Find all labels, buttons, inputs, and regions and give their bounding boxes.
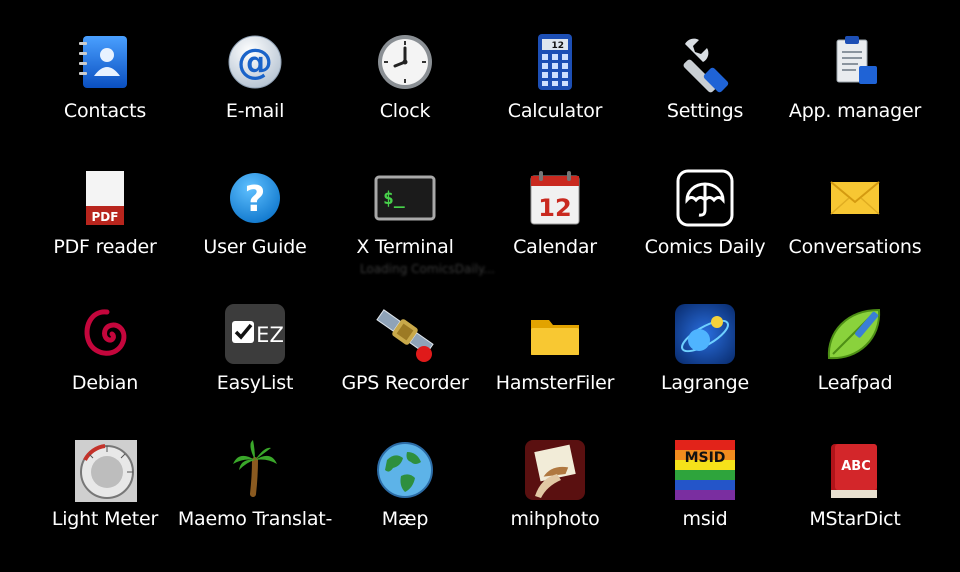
- calendar-day-text: 12: [538, 194, 571, 222]
- app-leafpad[interactable]: Leafpad: [780, 300, 930, 436]
- hamsterfiler-icon: [521, 300, 589, 368]
- settings-icon: [671, 28, 739, 96]
- app-label: PDF reader: [53, 236, 157, 258]
- app-clock[interactable]: Clock: [330, 28, 480, 164]
- app-x-terminal[interactable]: $_ X Terminal: [330, 164, 480, 300]
- app-label: mihphoto: [510, 508, 600, 530]
- contacts-icon: [71, 28, 139, 96]
- app-pdf-reader[interactable]: PDF PDF reader: [30, 164, 180, 300]
- comics-daily-icon: [671, 164, 739, 232]
- app-label: X Terminal: [356, 236, 454, 258]
- app-calendar[interactable]: 12 Calendar: [480, 164, 630, 300]
- app-label: Clock: [379, 100, 431, 122]
- app-label: msid: [682, 508, 728, 530]
- clock-icon: [371, 28, 439, 96]
- app-calculator[interactable]: 12 Calculator: [480, 28, 630, 164]
- app-label: Maemo Translat-: [177, 508, 333, 530]
- app-mstardict[interactable]: ABC MStarDict: [780, 436, 930, 572]
- gps-recorder-icon: [371, 300, 439, 368]
- mihphoto-icon: [521, 436, 589, 504]
- app-settings[interactable]: Settings: [630, 28, 780, 164]
- app-conversations[interactable]: Conversations: [780, 164, 930, 300]
- app-label: EasyList: [216, 372, 294, 394]
- calculator-icon: 12: [521, 28, 589, 96]
- app-manager-icon: [821, 28, 889, 96]
- pdf-reader-icon: PDF: [71, 164, 139, 232]
- pdf-icon-text: PDF: [92, 210, 119, 224]
- app-comics-daily[interactable]: Comics Daily: [630, 164, 780, 300]
- easylist-icon-text: EZ: [256, 323, 284, 347]
- email-icon: @: [221, 28, 289, 96]
- maemo-translate-icon: [221, 436, 289, 504]
- lagrange-icon: [671, 300, 739, 368]
- user-guide-icon: ?: [221, 164, 289, 232]
- app-label: E-mail: [225, 100, 285, 122]
- app-label: Calculator: [507, 100, 603, 122]
- app-email[interactable]: @ E-mail: [180, 28, 330, 164]
- app-label: Light Meter: [51, 508, 159, 530]
- app-hamsterfiler[interactable]: HamsterFiler: [480, 300, 630, 436]
- prompt-text: $_: [383, 188, 405, 209]
- easylist-icon: EZ: [221, 300, 289, 368]
- calendar-icon: 12: [521, 164, 589, 232]
- msid-icon-text: MSID: [685, 450, 726, 466]
- app-label: GPS Recorder: [341, 372, 469, 394]
- app-label: Leafpad: [817, 372, 893, 394]
- app-label: Conversations: [788, 236, 922, 258]
- debian-icon: [71, 300, 139, 368]
- app-label: Lagrange: [661, 372, 749, 394]
- app-label: User Guide: [203, 236, 307, 258]
- question-mark-text: ?: [245, 179, 266, 220]
- mstardict-icon-text: ABC: [841, 459, 871, 474]
- app-maep[interactable]: Mæp: [330, 436, 480, 572]
- app-label: Mæp: [381, 508, 429, 530]
- app-msid[interactable]: MSID msid: [630, 436, 780, 572]
- app-lagrange[interactable]: Lagrange: [630, 300, 780, 436]
- loading-banner: Loading ComicsDaily...: [360, 262, 495, 276]
- app-label: HamsterFiler: [495, 372, 615, 394]
- app-mihphoto[interactable]: mihphoto: [480, 436, 630, 572]
- app-label: MStarDict: [809, 508, 901, 530]
- app-easylist[interactable]: EZ EasyList: [180, 300, 330, 436]
- app-label: App. manager: [788, 100, 922, 122]
- app-label: Debian: [71, 372, 139, 394]
- conversations-icon: [821, 164, 889, 232]
- app-maemo-translate[interactable]: Maemo Translat-: [177, 436, 333, 572]
- terminal-icon: $_: [371, 164, 439, 232]
- mstardict-icon: ABC: [821, 436, 889, 504]
- svg-text:@: @: [237, 42, 273, 83]
- app-grid: Contacts @ E-mail Clock 12 Calculator Se…: [30, 28, 930, 572]
- app-label: Calendar: [513, 236, 597, 258]
- app-user-guide[interactable]: ? User Guide: [180, 164, 330, 300]
- app-debian[interactable]: Debian: [30, 300, 180, 436]
- svg-text:12: 12: [551, 41, 564, 51]
- app-gps-recorder[interactable]: GPS Recorder: [330, 300, 480, 436]
- maep-icon: [371, 436, 439, 504]
- app-app-manager[interactable]: App. manager: [780, 28, 930, 164]
- leafpad-icon: [821, 300, 889, 368]
- light-meter-icon: [71, 436, 139, 504]
- msid-icon: MSID: [671, 436, 739, 504]
- app-label: Contacts: [63, 100, 147, 122]
- app-light-meter[interactable]: Light Meter: [30, 436, 180, 572]
- app-label: Settings: [666, 100, 744, 122]
- app-contacts[interactable]: Contacts: [30, 28, 180, 164]
- app-label: Comics Daily: [644, 236, 766, 258]
